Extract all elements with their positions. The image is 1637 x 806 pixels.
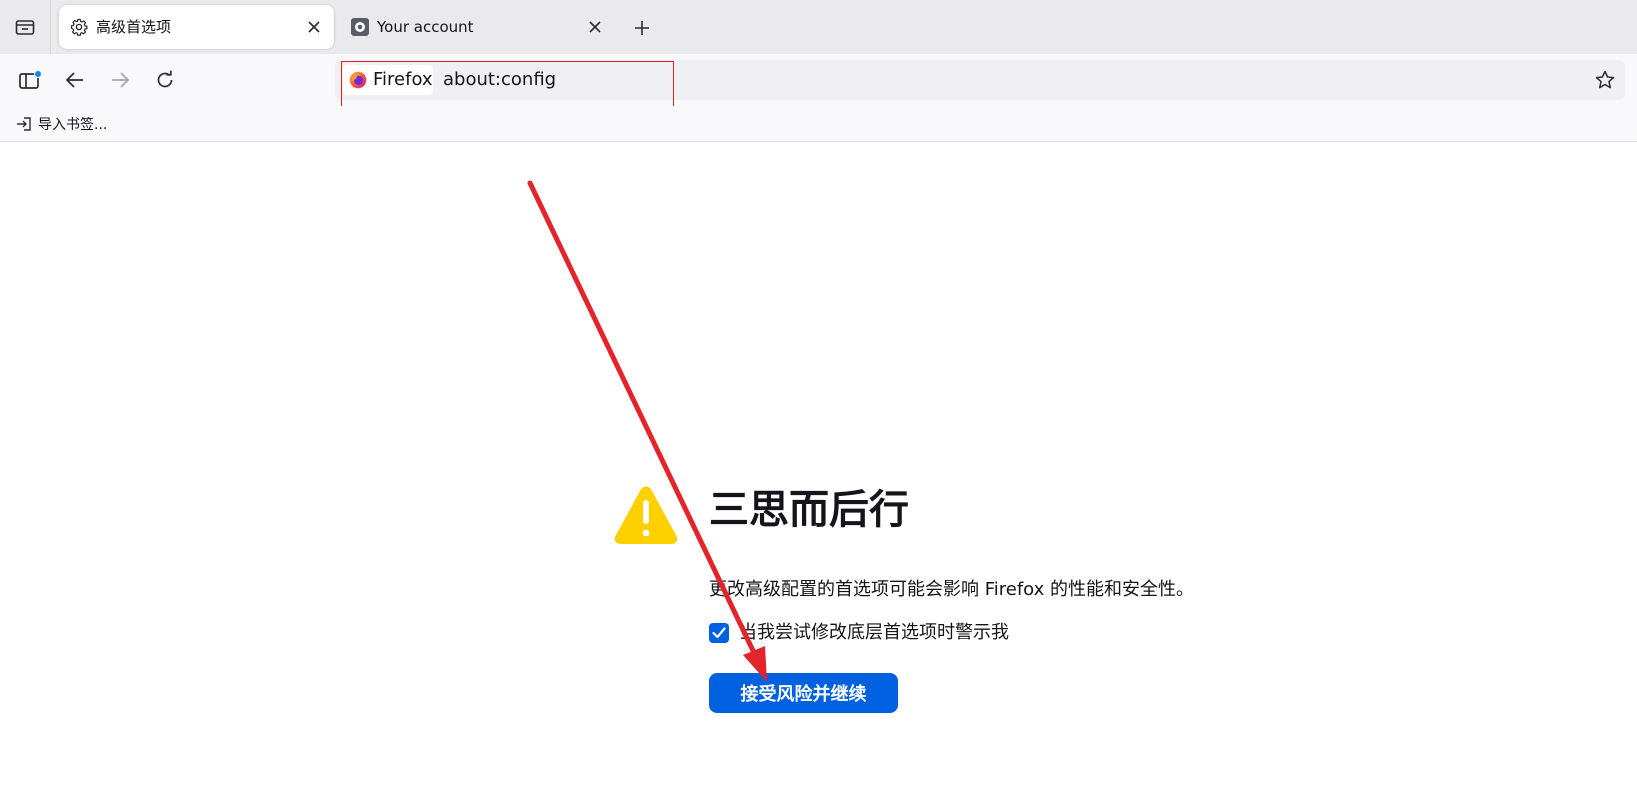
import-bookmarks-label: 导入书签...	[38, 117, 108, 133]
url-bar[interactable]: Firefox about:config	[335, 60, 1625, 100]
sidebar-button[interactable]	[14, 65, 46, 95]
forward-button[interactable]	[104, 65, 136, 95]
warning-checkbox-row[interactable]: 当我尝试修改底层首选项时警示我	[709, 620, 1009, 646]
warning-checkbox[interactable]	[709, 623, 729, 643]
back-button[interactable]	[59, 65, 91, 95]
reload-icon	[157, 70, 173, 88]
tab-title: Your account	[377, 18, 474, 36]
accept-risk-button[interactable]: 接受风险并继续	[709, 673, 898, 713]
warning-description: 更改高级配置的首选项可能会影响 Firefox 的性能和安全性。	[709, 579, 1195, 600]
checkmark-icon	[712, 627, 726, 639]
tab-title: 高级首选项	[96, 18, 172, 36]
bookmark-star-button[interactable]	[1593, 68, 1617, 92]
arrow-right-icon	[112, 72, 129, 88]
bookmarks-toolbar: 导入书签...	[0, 106, 1637, 142]
arrow-left-icon	[66, 72, 83, 88]
new-tab-button[interactable]	[628, 14, 656, 42]
tab-advanced-preferences[interactable]: 高级首选项	[59, 5, 334, 49]
firefox-logo-icon	[349, 71, 367, 89]
identity-box[interactable]: Firefox	[343, 65, 433, 95]
tab-separator	[50, 0, 51, 54]
reload-button[interactable]	[149, 65, 181, 95]
warning-checkbox-label[interactable]: 当我尝试修改底层首选项时警示我	[739, 621, 1009, 645]
plus-icon	[635, 21, 649, 35]
star-icon	[1595, 70, 1615, 89]
tab-list-button[interactable]	[8, 12, 42, 42]
tab-your-account[interactable]: Your account	[340, 5, 615, 49]
tab-list-icon	[15, 20, 35, 35]
warning-icon	[613, 485, 679, 545]
identity-label: Firefox	[373, 69, 433, 90]
url-text[interactable]: about:config	[443, 69, 556, 91]
close-icon[interactable]	[585, 17, 605, 37]
tab-strip: 高级首选项 Your account	[0, 0, 1637, 54]
account-icon	[351, 18, 369, 36]
sidebar-icon	[19, 70, 42, 89]
page-title: 三思而后行	[709, 487, 909, 533]
gear-icon	[70, 18, 88, 36]
import-bookmarks-button[interactable]: 导入书签...	[16, 114, 107, 134]
close-icon[interactable]	[304, 17, 324, 37]
nav-bar: Firefox about:config	[0, 54, 1637, 106]
import-icon	[17, 117, 31, 131]
